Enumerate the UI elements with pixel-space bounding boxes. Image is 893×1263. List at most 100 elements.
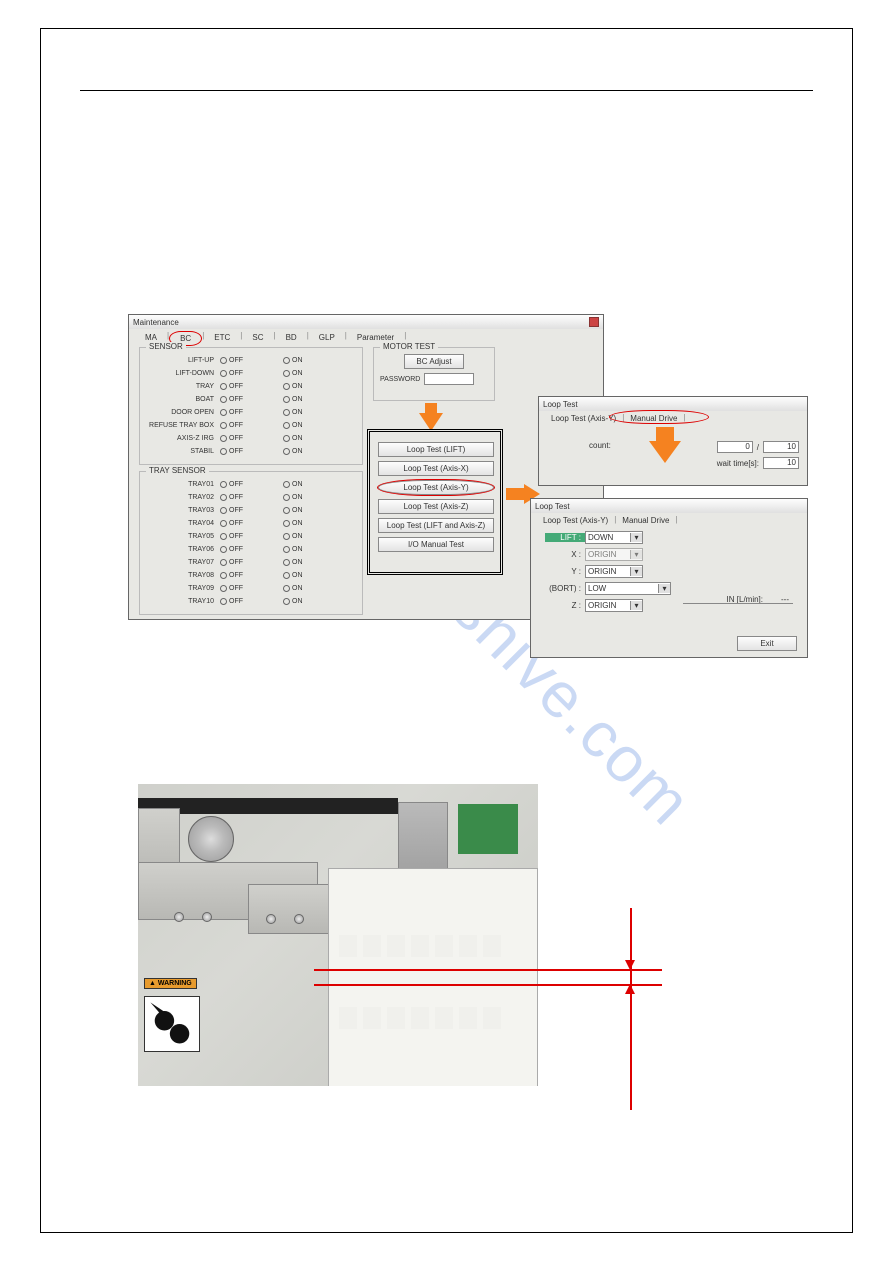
motor-test-label: MOTOR TEST [380, 342, 438, 351]
lift-label: LIFT : [545, 533, 585, 542]
titlebar: Maintenance [129, 315, 603, 329]
radio-on[interactable] [283, 357, 290, 364]
radio-on[interactable] [283, 507, 290, 514]
password-label: PASSWORD [380, 376, 420, 383]
radio-on[interactable] [283, 598, 290, 605]
tab-bd[interactable]: BD [276, 331, 307, 346]
radio-off[interactable] [220, 585, 227, 592]
wait-value[interactable]: 10 [763, 457, 799, 469]
screenshot-composite: Maintenance MA| BC| ETC| SC| BD| GLP| Pa… [128, 314, 808, 676]
tray-name: TRAY02 [140, 494, 218, 501]
loop1-title: Loop Test [543, 400, 578, 409]
count-max[interactable]: 10 [763, 441, 799, 453]
radio-off[interactable] [220, 422, 227, 429]
bort-dropdown[interactable]: LOW▾ [585, 582, 671, 595]
radio-on[interactable] [283, 481, 290, 488]
y-dropdown[interactable]: ORIGIN▾ [585, 565, 643, 578]
radio-on[interactable] [283, 383, 290, 390]
machine-photo: ▲ WARNING [138, 784, 538, 1086]
radio-off[interactable] [220, 448, 227, 455]
tray-name: TRAY03 [140, 507, 218, 514]
radio-off[interactable] [220, 520, 227, 527]
exit-button[interactable]: Exit [737, 636, 797, 651]
radio-on[interactable] [283, 572, 290, 579]
count-sep: / [757, 443, 759, 452]
radio-on[interactable] [283, 494, 290, 501]
radio-on[interactable] [283, 435, 290, 442]
radio-off[interactable] [220, 533, 227, 540]
header-rule [80, 90, 813, 91]
sensor-row: STABILOFFON [140, 445, 362, 458]
sensor-name: STABIL [140, 448, 218, 455]
sensor-name: DOOR OPEN [140, 409, 218, 416]
loop-test-button[interactable]: Loop Test (Axis-Y) [378, 480, 494, 495]
tab-sc[interactable]: SC [242, 331, 273, 346]
tray-name: TRAY06 [140, 546, 218, 553]
radio-off[interactable] [220, 396, 227, 403]
radio-on[interactable] [283, 396, 290, 403]
radio-off[interactable] [220, 481, 227, 488]
tray-row: TRAY01OFFON [140, 478, 362, 491]
loop-test-button[interactable]: I/O Manual Test [378, 537, 494, 552]
radio-on[interactable] [283, 422, 290, 429]
bort-label: (BORT) : [545, 584, 585, 593]
radio-on[interactable] [283, 546, 290, 553]
loop-test-button[interactable]: Loop Test (LIFT and Axis-Z) [378, 518, 494, 533]
x-label: X : [545, 550, 585, 559]
loop2-tab-manual[interactable]: Manual Drive [616, 515, 675, 526]
radio-off[interactable] [220, 559, 227, 566]
tray-row: TRAY08OFFON [140, 569, 362, 582]
loop-test-window-2: Loop Test Loop Test (Axis-Y) | Manual Dr… [530, 498, 808, 658]
z-label: Z : [545, 601, 585, 610]
pinch-hazard-icon [144, 996, 200, 1052]
red-line-top [314, 969, 662, 971]
radio-on[interactable] [283, 559, 290, 566]
radio-on[interactable] [283, 533, 290, 540]
loop2-tab-axis[interactable]: Loop Test (Axis-Y) [537, 515, 614, 526]
radio-off[interactable] [220, 546, 227, 553]
sensor-name: REFUSE TRAY BOX [140, 422, 218, 429]
radio-on[interactable] [283, 585, 290, 592]
y-label: Y : [545, 567, 585, 576]
password-input[interactable] [424, 373, 474, 385]
z-dropdown[interactable]: ORIGIN▾ [585, 599, 643, 612]
radio-on[interactable] [283, 520, 290, 527]
tray-row: TRAY04OFFON [140, 517, 362, 530]
radio-off[interactable] [220, 572, 227, 579]
loop2-tabs: Loop Test (Axis-Y) | Manual Drive | [531, 513, 807, 528]
radio-off[interactable] [220, 494, 227, 501]
radio-off[interactable] [220, 383, 227, 390]
sensor-row: REFUSE TRAY BOXOFFON [140, 419, 362, 432]
loop-test-button[interactable]: Loop Test (Axis-Z) [378, 499, 494, 514]
loop-test-button[interactable]: Loop Test (Axis-X) [378, 461, 494, 476]
red-arrow-down [625, 960, 635, 970]
bc-adjust-button[interactable]: BC Adjust [404, 354, 464, 369]
tray-row: TRAY09OFFON [140, 582, 362, 595]
in-underline [683, 603, 793, 604]
tab-etc[interactable]: ETC [204, 331, 240, 346]
tab-glp[interactable]: GLP [309, 331, 345, 346]
sensor-row: TRAYOFFON [140, 380, 362, 393]
radio-off[interactable] [220, 435, 227, 442]
loop-test-button[interactable]: Loop Test (LIFT) [378, 442, 494, 457]
radio-on[interactable] [283, 448, 290, 455]
radio-off[interactable] [220, 507, 227, 514]
close-icon[interactable] [589, 317, 599, 327]
lift-dropdown[interactable]: DOWN▾ [585, 531, 643, 544]
loop-buttons-panel: Loop Test (LIFT) Loop Test (Axis-X) Loop T… [367, 429, 503, 575]
count-value[interactable]: 0 [717, 441, 753, 453]
radio-off[interactable] [220, 598, 227, 605]
sensor-row: DOOR OPENOFFON [140, 406, 362, 419]
tray-row: TRAY06OFFON [140, 543, 362, 556]
radio-off[interactable] [220, 370, 227, 377]
radio-on[interactable] [283, 409, 290, 416]
loop2-title: Loop Test [535, 502, 570, 511]
radio-off[interactable] [220, 409, 227, 416]
sensor-group-label: SENSOR [146, 342, 186, 351]
warning-label: ▲ WARNING [144, 978, 197, 989]
sensor-name: LIFT-DOWN [140, 370, 218, 377]
x-dropdown[interactable]: ORIGIN▾ [585, 548, 643, 561]
radio-off[interactable] [220, 357, 227, 364]
red-line-vertical [630, 908, 632, 1110]
radio-on[interactable] [283, 370, 290, 377]
